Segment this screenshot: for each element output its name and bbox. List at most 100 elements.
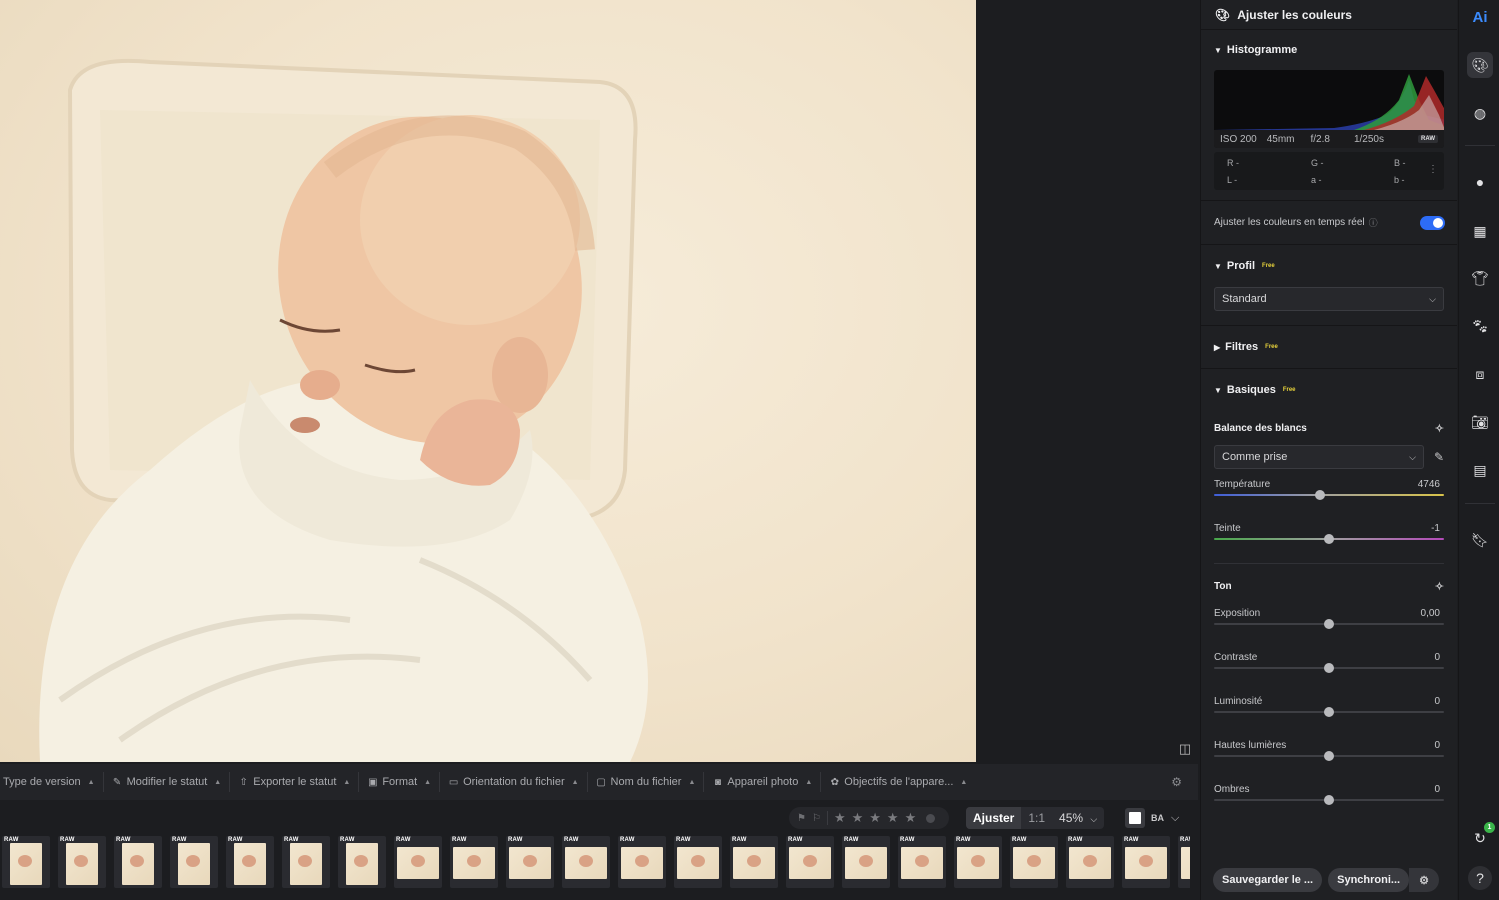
main-photo[interactable] [0, 0, 976, 762]
filmstrip-thumbnail[interactable]: RAW [394, 836, 442, 888]
filmstrip-thumbnail[interactable]: RAW [58, 836, 106, 888]
filmstrip-thumbnail[interactable]: RAW [282, 836, 330, 888]
before-after-button[interactable]: BA [1151, 808, 1171, 828]
help-button[interactable]: ? [1468, 866, 1492, 890]
filmstrip-thumbnail[interactable]: RAW [786, 836, 834, 888]
filmstrip-thumbnail[interactable]: RAW [954, 836, 1002, 888]
star-icon[interactable]: ★ [905, 810, 917, 826]
pet-paw-icon[interactable]: 🐾︎ [1467, 313, 1493, 339]
zoom-1to1-button[interactable]: 1:1 [1021, 807, 1052, 829]
color-label-icon[interactable] [926, 813, 936, 823]
wb-select[interactable]: Comme prise ⌵ [1214, 445, 1424, 469]
slider-knob[interactable] [1314, 490, 1325, 500]
tone-slider[interactable]: Contraste 0 [1201, 652, 1457, 696]
slider-knob[interactable] [1324, 707, 1334, 717]
help-icon[interactable]: ⓘ [1369, 216, 1378, 229]
star-icon[interactable]: ★ [887, 810, 899, 826]
filmstrip-thumbnail[interactable]: RAW [1178, 836, 1190, 888]
filmstrip-thumbnail[interactable]: RAW [506, 836, 554, 888]
slider-knob[interactable] [1324, 534, 1334, 544]
slider-knob[interactable] [1324, 795, 1334, 805]
clothing-icon[interactable]: 👕︎ [1467, 265, 1493, 291]
histogram-header[interactable]: ▼ Histogramme [1201, 30, 1457, 70]
sync-settings-icon[interactable]: ⚙ [1409, 868, 1440, 892]
filmstrip-thumbnail[interactable]: RAW [1066, 836, 1114, 888]
filter-edit-status[interactable]: ✎ Modifier le statut ▲ [104, 772, 231, 792]
save-preset-button[interactable]: Sauvegarder le ... [1213, 868, 1323, 892]
slider-knob[interactable] [1324, 751, 1334, 761]
gear-icon[interactable]: ⚙ [1171, 775, 1182, 789]
filmstrip-thumbnail[interactable]: RAW [898, 836, 946, 888]
star-icon[interactable]: ★ [834, 810, 846, 826]
filmstrip-thumbnail[interactable]: RAW [450, 836, 498, 888]
slider-track[interactable] [1214, 494, 1444, 496]
star-icon[interactable]: ★ [852, 810, 864, 826]
star-icon[interactable]: ★ [869, 810, 881, 826]
chevron-down-icon[interactable]: ⌵ [1171, 808, 1191, 828]
profile-select[interactable]: Standard ⌵ [1214, 287, 1444, 311]
filter-format[interactable]: ▣ Format ▲ [359, 772, 441, 792]
section-title: Histogramme [1226, 44, 1298, 56]
filter-export-status[interactable]: ⇧ Exporter le statut ▲ [230, 772, 360, 792]
profile-header[interactable]: ▼ Profil Free [1201, 245, 1457, 287]
lens-icon: ✿ [830, 776, 839, 788]
slider-knob[interactable] [1324, 663, 1334, 673]
bookmark-star-icon[interactable]: 🔖︎ [1467, 527, 1493, 553]
filmstrip-thumbnail[interactable]: RAW [618, 836, 666, 888]
realtime-toggle[interactable] [1420, 215, 1445, 230]
tone-slider[interactable]: Exposition 0,00 [1201, 608, 1457, 652]
focal-length-value: 45mm [1266, 133, 1295, 145]
adjust-button[interactable]: Ajuster [966, 807, 1022, 829]
filter-camera[interactable]: ◙ Appareil photo ▲ [704, 772, 822, 792]
tone-slider[interactable]: Luminosité 0 [1201, 696, 1457, 740]
tint-slider[interactable]: Teinte -1 [1201, 523, 1457, 563]
split-view-icon[interactable]: ◫ [1176, 740, 1194, 758]
sync-button[interactable]: Synchroni... [1328, 868, 1410, 892]
filmstrip-thumbnail[interactable]: RAW [2, 836, 50, 888]
tone-slider[interactable]: Ombres 0 [1201, 784, 1457, 828]
tone-sliders: Exposition 0,00 Contraste 0 Luminosité 0 Haute… [1201, 608, 1457, 828]
tone-slider[interactable]: Hautes lumières 0 [1201, 740, 1457, 784]
camera-icon[interactable]: 📷︎ [1467, 409, 1493, 435]
ai-tool-button[interactable]: Ai [1467, 4, 1493, 30]
filter-version-type[interactable]: Type de version ▲ [0, 772, 104, 792]
filmstrip-thumbnail[interactable]: RAW [226, 836, 274, 888]
filmstrip-thumbnail[interactable]: RAW [1010, 836, 1058, 888]
sync-status-icon[interactable]: ↻ 1 [1467, 822, 1495, 851]
slider-label: Exposition [1214, 608, 1261, 619]
filmstrip-thumbnail[interactable]: RAW [842, 836, 890, 888]
reject-flag-icon[interactable]: ⚐ [812, 813, 821, 824]
filter-lens[interactable]: ✿ Objectifs de l'appare... ▲ [821, 772, 975, 792]
palette-icon[interactable]: 🎨︎ [1467, 52, 1493, 78]
filter-orientation[interactable]: ▭ Orientation du fichier ▲ [440, 772, 588, 792]
filmstrip-thumbnail[interactable]: RAW [562, 836, 610, 888]
eyedropper-icon[interactable]: ✎ [1434, 450, 1444, 464]
slider-knob[interactable] [1324, 619, 1334, 629]
filmstrip-thumbnail[interactable]: RAW [1122, 836, 1170, 888]
raw-badge: RAW [900, 837, 915, 843]
filmstrip-thumbnail[interactable]: RAW [338, 836, 386, 888]
single-view-button[interactable] [1125, 808, 1145, 828]
filmstrip-thumbnail[interactable]: RAW [674, 836, 722, 888]
filters-header[interactable]: ▶ Filtres Free [1201, 326, 1457, 368]
magic-wand-icon[interactable]: ✧ [1435, 580, 1444, 593]
background-icon[interactable]: ▦ [1467, 218, 1493, 244]
filter-bar: Type de version ▲ ✎ Modifier le statut ▲ ⇧… [0, 764, 1198, 800]
magic-wand-icon[interactable]: ✧ [1435, 422, 1444, 435]
temperature-slider[interactable]: Température 4746 [1201, 479, 1457, 523]
free-badge: Free [1262, 263, 1275, 269]
help-label: ? [1476, 870, 1484, 886]
basics-header[interactable]: ▼ Basiques Free [1201, 369, 1457, 411]
filter-filename[interactable]: ▢ Nom du fichier ▲ [588, 772, 705, 792]
face-retouch-icon[interactable]: ● [1467, 169, 1493, 195]
more-vertical-icon[interactable]: ⋮ [1428, 164, 1438, 175]
flag-icon[interactable]: ⚑ [797, 813, 806, 824]
filmstrip-thumbnail[interactable]: RAW [730, 836, 778, 888]
filmstrip-thumbnail[interactable]: RAW [170, 836, 218, 888]
filmstrip-thumbnail[interactable]: RAW [114, 836, 162, 888]
crop-icon[interactable]: ⧈ [1467, 361, 1493, 387]
zoom-select[interactable]: 45% ⌵ [1052, 807, 1104, 829]
folder-view-icon[interactable]: ▤ [1467, 457, 1493, 483]
section-title: Profil [1226, 260, 1256, 272]
texture-icon[interactable]: ◍ [1467, 100, 1493, 126]
